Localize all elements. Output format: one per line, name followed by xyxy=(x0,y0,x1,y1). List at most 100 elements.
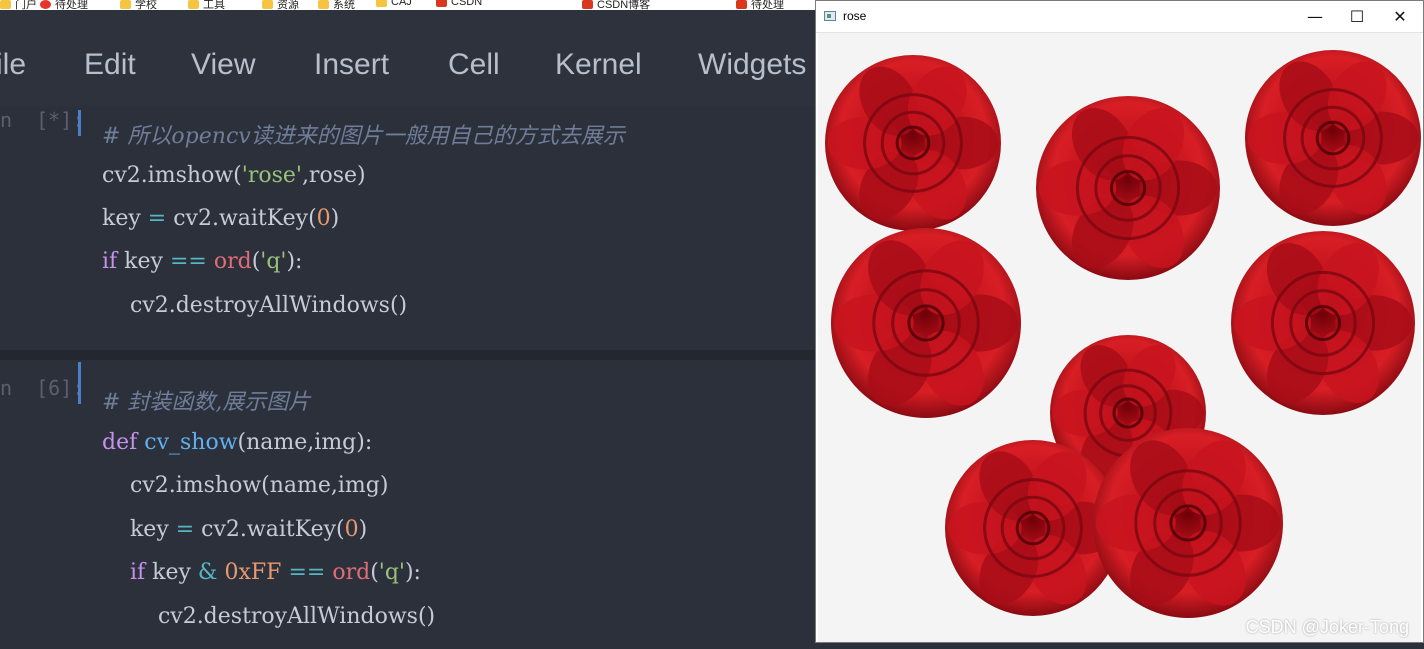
roses-image xyxy=(825,50,1421,618)
code-line: key = cv2.waitKey(0) xyxy=(102,517,367,542)
code-line: cv2.imshow('rose',rose) xyxy=(102,163,366,188)
code-token: = xyxy=(175,517,195,542)
folder-icon xyxy=(188,0,199,9)
code-token: 0 xyxy=(344,517,359,542)
code-line: if key == ord('q'): xyxy=(102,249,302,274)
code-token: 'q' xyxy=(260,249,287,274)
code-token: == xyxy=(169,249,207,274)
bookmark-item[interactable]: 系统 xyxy=(318,0,355,10)
bookmark-label: 工具 xyxy=(203,0,225,10)
code-token: cv_show xyxy=(144,430,238,455)
menu-kernel[interactable]: Kernel xyxy=(555,48,642,82)
folder-icon xyxy=(120,0,131,9)
close-button[interactable]: ✕ xyxy=(1377,1,1423,32)
bookmark-item[interactable]: CSDN xyxy=(436,0,482,8)
opencv-window-icon xyxy=(824,11,836,21)
site-icon xyxy=(582,0,593,9)
bookmark-label: 待处理 xyxy=(55,0,88,10)
rose-flower xyxy=(831,228,1021,418)
cell-prompt: n [6]: xyxy=(0,376,85,400)
code-token: # 封装函数,展示图片 xyxy=(102,390,311,415)
bookmark-item[interactable]: 待处理 xyxy=(40,0,88,10)
bookmark-item[interactable]: 待处理 xyxy=(736,0,784,10)
rose-flower xyxy=(1036,96,1220,280)
code-token: cv2.destroyAllWindows() xyxy=(102,604,436,629)
code-token: 0xFF xyxy=(224,560,282,585)
code-token: if xyxy=(102,560,146,585)
code-line: key = cv2.waitKey(0) xyxy=(102,206,339,231)
code-line: def cv_show(name,img): xyxy=(102,430,372,455)
menu-insert[interactable]: Insert xyxy=(314,48,389,82)
menu-cell[interactable]: Cell xyxy=(448,48,500,82)
code-token: ): xyxy=(286,249,303,274)
rose-flower xyxy=(1245,50,1421,226)
code-token: key xyxy=(145,560,198,585)
code-token: key xyxy=(102,206,148,231)
code-token: ord xyxy=(213,249,252,274)
code-token: if xyxy=(102,249,118,274)
minimize-button[interactable]: — xyxy=(1292,1,1338,32)
cell-selection-bar xyxy=(78,362,81,404)
bookmark-label: 学校 xyxy=(135,0,157,10)
code-token: ( xyxy=(251,249,261,274)
code-token: cv2.waitKey( xyxy=(166,206,317,231)
rose-flower xyxy=(825,55,1001,231)
bookmark-item[interactable]: CSDN博客 xyxy=(582,0,650,10)
code-token: # 所以opencv读进来的图片一般用自己的方式去展示 xyxy=(102,124,625,149)
code-line: cv2.imshow(name,img) xyxy=(102,473,388,498)
bookmark-label: 待处理 xyxy=(751,0,784,10)
bookmark-label: 门户 xyxy=(15,0,37,10)
code-token: def xyxy=(102,430,138,455)
bookmark-label: CSDN xyxy=(451,0,483,8)
bookmark-label: CSDN博客 xyxy=(597,0,651,10)
window-title: rose xyxy=(843,9,867,23)
code-token: ): xyxy=(404,560,421,585)
code-token: key xyxy=(117,249,170,274)
menu-file[interactable]: ile xyxy=(0,48,26,82)
code-token: = xyxy=(147,206,167,231)
site-icon xyxy=(436,0,447,7)
code-line: cv2.destroyAllWindows() xyxy=(102,293,407,318)
image-canvas: CSDN @Joker-Tong xyxy=(818,33,1421,642)
bookmark-item[interactable]: 资源 xyxy=(262,0,299,10)
code-line: cv2.destroyAllWindows() xyxy=(102,604,435,629)
bookmark-label: 资源 xyxy=(277,0,299,10)
code-token: 0 xyxy=(316,206,331,231)
code-token: 'rose' xyxy=(241,163,302,188)
site-icon xyxy=(736,0,747,9)
bookmark-label: CAJ xyxy=(391,0,412,8)
code-token: key xyxy=(102,517,176,542)
bookmark-item[interactable]: 工具 xyxy=(188,0,225,10)
bookmark-label: 系统 xyxy=(333,0,355,10)
window-titlebar[interactable]: rose — ☐ ✕ xyxy=(816,1,1423,33)
code-token: 'q' xyxy=(378,560,405,585)
cell-selection-bar xyxy=(78,110,81,136)
code-token: ord xyxy=(332,560,371,585)
code-token: cv2.imshow(name,img) xyxy=(102,473,389,498)
bookmark-item[interactable]: 门户 xyxy=(0,0,37,10)
menu-view[interactable]: View xyxy=(191,48,255,82)
code-token: == xyxy=(288,560,326,585)
site-icon xyxy=(40,0,51,9)
rose-flower xyxy=(1093,428,1283,618)
menu-edit[interactable]: Edit xyxy=(84,48,136,82)
code-token: ( xyxy=(370,560,379,585)
bookmark-item[interactable]: CAJ xyxy=(376,0,412,8)
code-line: # 所以opencv读进来的图片一般用自己的方式去展示 xyxy=(102,118,625,150)
code-token: & xyxy=(197,560,218,585)
menu-widgets[interactable]: Widgets xyxy=(698,48,806,82)
code-token: (name,img): xyxy=(237,430,373,455)
code-token: ) xyxy=(330,206,340,231)
cell-prompt: n [*]: xyxy=(0,108,85,132)
code-token: cv2.waitKey( xyxy=(194,517,345,542)
code-line: # 封装函数,展示图片 xyxy=(102,384,310,416)
bookmark-item[interactable]: 学校 xyxy=(120,0,157,10)
folder-icon xyxy=(376,0,387,7)
folder-icon xyxy=(0,0,11,9)
opencv-window[interactable]: rose — ☐ ✕ CSDN @Joker-Tong xyxy=(815,0,1424,643)
rose-flower xyxy=(1231,231,1415,415)
maximize-button[interactable]: ☐ xyxy=(1334,1,1380,32)
code-token: ) xyxy=(358,517,368,542)
